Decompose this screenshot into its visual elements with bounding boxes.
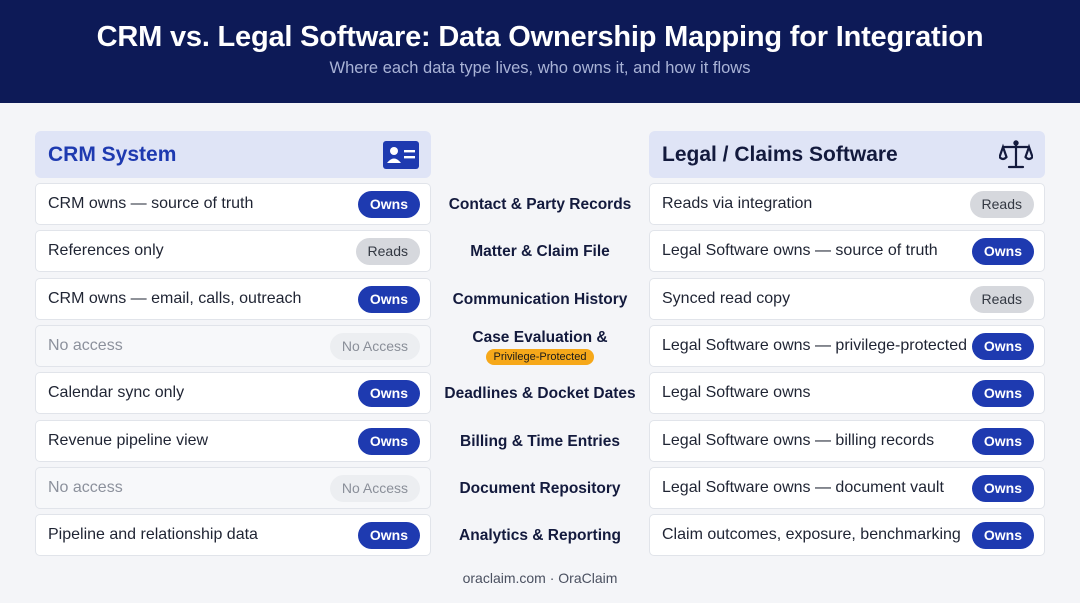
data-category: Billing & Time Entries (435, 421, 645, 463)
crm-row: CRM owns — email, calls, outreach Owns (35, 278, 431, 320)
legal-row-text: Legal Software owns — billing records (662, 432, 935, 449)
legal-column-header: Legal / Claims Software (649, 131, 1045, 178)
data-category-label: Deadlines & Docket Dates (444, 385, 636, 402)
crm-status-badge: Owns (357, 521, 420, 549)
privilege-tag: Privilege-Protected (485, 349, 595, 365)
data-category-label: Matter & Claim File (470, 243, 610, 260)
legal-status-badge: Owns (971, 379, 1034, 407)
crm-row: No access No Access (35, 325, 431, 367)
legal-status-badge: Owns (971, 427, 1034, 455)
crm-row-text: CRM owns — email, calls, outreach (48, 290, 302, 307)
data-category: Contact & Party Records (435, 184, 645, 226)
legal-row-text: Legal Software owns (662, 384, 811, 401)
legal-status-badge: Owns (971, 237, 1034, 265)
footer-credit: oraclaim.com · OraClaim (462, 570, 618, 586)
legal-status-badge: Reads (969, 190, 1034, 218)
page-title: CRM vs. Legal Software: Data Ownership M… (96, 21, 984, 53)
crm-row-text: CRM owns — source of truth (48, 195, 254, 212)
crm-status-badge: No Access (329, 474, 420, 502)
legal-row: Reads via integration Reads (649, 183, 1045, 225)
crm-column-title: CRM System (48, 142, 177, 166)
legal-row: Legal Software owns — source of truth Own… (649, 230, 1045, 272)
legal-row: Legal Software owns — billing records Own… (649, 420, 1045, 462)
crm-row: Calendar sync only Owns (35, 372, 431, 414)
legal-row: Synced read copy Reads (649, 278, 1045, 320)
legal-row-text: Synced read copy (662, 290, 791, 307)
crm-row: References only Reads (35, 230, 431, 272)
crm-status-badge: Owns (357, 285, 420, 313)
crm-row-text: No access (48, 337, 123, 354)
scales-icon (999, 139, 1033, 170)
crm-row-text: No access (48, 479, 123, 496)
contact-card-icon (383, 140, 419, 169)
data-category-label: Case Evaluation & (472, 329, 608, 346)
data-category-label: Communication History (452, 291, 628, 308)
crm-row-text: Calendar sync only (48, 384, 185, 401)
data-category: Case Evaluation & Privilege-Protected (435, 326, 645, 368)
data-category: Analytics & Reporting (435, 515, 645, 557)
data-category-label: Contact & Party Records (448, 196, 632, 213)
header-banner: CRM vs. Legal Software: Data Ownership M… (0, 0, 1080, 103)
data-category-label: Analytics & Reporting (459, 527, 621, 544)
crm-column-header: CRM System (35, 131, 431, 178)
data-category: Communication History (435, 279, 645, 321)
data-category: Deadlines & Docket Dates (435, 373, 645, 415)
data-category: Document Repository (435, 468, 645, 510)
legal-column-title: Legal / Claims Software (662, 142, 898, 166)
legal-status-badge: Owns (971, 474, 1034, 502)
legal-status-badge: Owns (971, 521, 1034, 549)
legal-row-text: Legal Software owns — source of truth (662, 242, 938, 259)
crm-status-badge: Reads (355, 237, 420, 265)
crm-status-badge: Owns (357, 427, 420, 455)
crm-status-badge: No Access (329, 332, 420, 360)
page-subtitle: Where each data type lives, who owns it,… (329, 59, 751, 77)
crm-row: Pipeline and relationship data Owns (35, 514, 431, 556)
legal-row-text: Claim outcomes, exposure, benchmarking (662, 526, 961, 543)
crm-row-text: References only (48, 242, 164, 259)
legal-row-text: Reads via integration (662, 195, 813, 212)
legal-row: Legal Software owns — privilege-protecte… (649, 325, 1045, 367)
legal-row: Claim outcomes, exposure, benchmarking Ow… (649, 514, 1045, 556)
data-category-label: Document Repository (459, 480, 621, 497)
legal-row: Legal Software owns Owns (649, 372, 1045, 414)
data-category: Matter & Claim File (435, 231, 645, 273)
legal-row: Legal Software owns — document vault Owns (649, 467, 1045, 509)
crm-row: Revenue pipeline view Owns (35, 420, 431, 462)
legal-status-badge: Owns (971, 332, 1034, 360)
legal-row-text: Legal Software owns — privilege-protecte… (662, 337, 968, 354)
crm-row-text: Revenue pipeline view (48, 432, 209, 449)
crm-row: No access No Access (35, 467, 431, 509)
crm-row: CRM owns — source of truth Owns (35, 183, 431, 225)
legal-row-text: Legal Software owns — document vault (662, 479, 944, 496)
crm-status-badge: Owns (357, 379, 420, 407)
crm-row-text: Pipeline and relationship data (48, 526, 258, 543)
legal-status-badge: Reads (969, 285, 1034, 313)
crm-status-badge: Owns (357, 190, 420, 218)
data-category-label: Billing & Time Entries (460, 433, 620, 450)
